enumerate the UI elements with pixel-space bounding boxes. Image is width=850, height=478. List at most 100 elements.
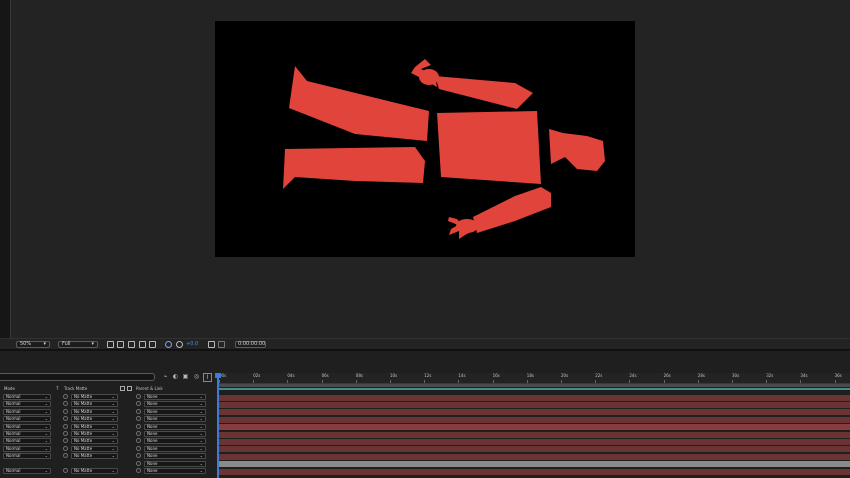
channel-icon[interactable] bbox=[149, 341, 156, 348]
blend-mode-dropdown[interactable]: Normal ⌄ bbox=[3, 423, 51, 430]
work-area-bar[interactable] bbox=[217, 384, 850, 387]
color-management-icon[interactable] bbox=[165, 341, 172, 348]
blend-mode-dropdown[interactable]: Normal ⌄ bbox=[3, 431, 51, 437]
pick-whip-icon[interactable] bbox=[136, 408, 141, 414]
track-matte-dropdown[interactable]: No Matte ⌄ bbox=[71, 408, 118, 415]
pick-whip-icon[interactable] bbox=[136, 460, 141, 466]
parent-dropdown[interactable]: None ⌄ bbox=[144, 416, 206, 423]
pick-whip-icon[interactable] bbox=[136, 431, 141, 436]
pick-whip-icon[interactable] bbox=[136, 438, 141, 444]
show-snapshot-icon[interactable] bbox=[218, 341, 225, 348]
layer-row[interactable]: Normal ⌄ No Matte ⌄ None ⌄ bbox=[0, 394, 215, 401]
layer-row[interactable]: Normal ⌄ No Matte ⌄ None ⌄ bbox=[0, 408, 215, 416]
layer-duration-bar[interactable] bbox=[219, 401, 850, 408]
parent-dropdown[interactable]: None ⌄ bbox=[144, 460, 206, 467]
layer-search-input[interactable] bbox=[0, 373, 155, 381]
layer-duration-bar[interactable] bbox=[219, 394, 850, 401]
matte-source-icon[interactable] bbox=[63, 401, 68, 407]
pick-whip-icon[interactable] bbox=[136, 453, 141, 459]
matte-source-icon[interactable] bbox=[63, 438, 68, 444]
layer-duration-bar[interactable] bbox=[219, 416, 850, 423]
invert-toggle-icon[interactable] bbox=[127, 386, 132, 391]
blend-mode-dropdown[interactable]: Normal ⌄ bbox=[3, 394, 51, 400]
comp-mini-flowchart-icon[interactable]: ⌁ bbox=[162, 373, 169, 380]
parent-dropdown[interactable]: None ⌄ bbox=[144, 394, 206, 400]
layer-row[interactable]: None ⌄ bbox=[0, 460, 215, 468]
matte-source-icon[interactable] bbox=[63, 445, 68, 451]
exposure-icon[interactable] bbox=[176, 341, 183, 348]
layer-row[interactable]: Normal ⌄ No Matte ⌄ None ⌄ bbox=[0, 401, 215, 408]
matte-source-icon[interactable] bbox=[63, 408, 68, 414]
parent-dropdown[interactable]: None ⌄ bbox=[144, 431, 206, 437]
region-of-interest-icon[interactable] bbox=[107, 341, 114, 348]
layer-row[interactable]: Normal ⌄ No Matte ⌄ None ⌄ bbox=[0, 416, 215, 423]
layer-row[interactable]: Normal ⌄ No Matte ⌄ None ⌄ bbox=[0, 453, 215, 460]
layer-row[interactable]: Normal ⌄ No Matte ⌄ None ⌄ bbox=[0, 468, 215, 475]
layer-duration-bar[interactable] bbox=[219, 468, 850, 475]
current-time-indicator[interactable] bbox=[215, 373, 221, 478]
layer-row[interactable]: Normal ⌄ No Matte ⌄ None ⌄ bbox=[0, 431, 215, 438]
pick-whip-icon[interactable] bbox=[136, 416, 141, 422]
track-matte-dropdown[interactable]: No Matte ⌄ bbox=[71, 468, 118, 474]
pick-whip-icon[interactable] bbox=[136, 401, 141, 407]
guides-icon[interactable] bbox=[139, 341, 146, 348]
layer-row[interactable]: Normal ⌄ No Matte ⌄ None ⌄ bbox=[0, 423, 215, 431]
track-matte-dropdown[interactable]: No Matte ⌄ bbox=[71, 431, 118, 437]
layer-duration-bar[interactable] bbox=[219, 446, 850, 453]
time-graph[interactable]: 00s 02s 04s 06s 08s 10s 12s 14s 16s 18s 20s 22s 24s 2… bbox=[215, 373, 850, 478]
parent-dropdown[interactable]: None ⌄ bbox=[144, 438, 206, 445]
pick-whip-icon[interactable] bbox=[136, 423, 141, 429]
resolution-dropdown[interactable]: Full ▾ bbox=[58, 341, 98, 348]
camera-snapshot-icon[interactable] bbox=[208, 341, 215, 348]
track-matte-column-header[interactable]: Track Matte bbox=[64, 386, 87, 392]
track-matte-dropdown[interactable]: No Matte ⌄ bbox=[71, 416, 118, 423]
matte-source-icon[interactable] bbox=[63, 468, 68, 473]
track-matte-dropdown[interactable]: No Matte ⌄ bbox=[71, 453, 118, 460]
frame-blending-icon[interactable]: ▣ bbox=[182, 373, 189, 380]
blend-mode-dropdown[interactable]: Normal ⌄ bbox=[3, 416, 51, 423]
layer-duration-bar[interactable] bbox=[219, 438, 850, 445]
matte-toggle-icon[interactable] bbox=[120, 386, 125, 391]
track-matte-dropdown[interactable]: No Matte ⌄ bbox=[71, 423, 118, 430]
blend-mode-dropdown[interactable]: Normal ⌄ bbox=[3, 401, 51, 408]
blend-mode-dropdown[interactable]: Normal ⌄ bbox=[3, 453, 51, 460]
exposure-value[interactable]: +0.0 bbox=[186, 341, 198, 348]
mask-visibility-icon[interactable] bbox=[128, 341, 135, 348]
graph-editor-icon[interactable]: ⌇ bbox=[203, 373, 212, 382]
layer-duration-bar[interactable] bbox=[219, 453, 850, 460]
matte-source-icon[interactable] bbox=[63, 423, 68, 429]
layer-duration-bar[interactable] bbox=[219, 409, 850, 416]
timecode-display[interactable]: 0:00:00:00 bbox=[235, 341, 266, 348]
composition-canvas[interactable] bbox=[215, 21, 635, 257]
blend-mode-dropdown[interactable]: Normal ⌄ bbox=[3, 468, 51, 474]
layer-duration-bar[interactable] bbox=[219, 424, 850, 431]
matte-source-icon[interactable] bbox=[63, 431, 68, 436]
layer-row[interactable]: Normal ⌄ No Matte ⌄ None ⌄ bbox=[0, 438, 215, 445]
blend-mode-dropdown[interactable]: Normal ⌄ bbox=[3, 438, 51, 445]
track-matte-dropdown[interactable]: No Matte ⌄ bbox=[71, 401, 118, 408]
matte-source-icon[interactable] bbox=[63, 394, 68, 399]
track-matte-dropdown[interactable]: No Matte ⌄ bbox=[71, 438, 118, 445]
zoom-dropdown[interactable]: 50% ▾ bbox=[16, 341, 50, 348]
blend-mode-dropdown[interactable]: Normal ⌄ bbox=[3, 445, 51, 452]
motion-blur-icon[interactable]: ◎ bbox=[193, 373, 200, 380]
track-matte-dropdown[interactable]: No Matte ⌄ bbox=[71, 394, 118, 400]
pick-whip-icon[interactable] bbox=[136, 445, 141, 451]
t-column-header[interactable]: T bbox=[56, 386, 58, 392]
pick-whip-icon[interactable] bbox=[136, 394, 141, 399]
layer-duration-bar[interactable] bbox=[219, 461, 850, 468]
parent-dropdown[interactable]: None ⌄ bbox=[144, 401, 206, 408]
mode-column-header[interactable]: Mode bbox=[4, 386, 15, 392]
parent-dropdown[interactable]: None ⌄ bbox=[144, 408, 206, 415]
track-matte-dropdown[interactable]: No Matte ⌄ bbox=[71, 445, 118, 452]
parent-dropdown[interactable]: None ⌄ bbox=[144, 468, 206, 474]
matte-source-icon[interactable] bbox=[63, 416, 68, 422]
layer-row[interactable]: Normal ⌄ No Matte ⌄ None ⌄ bbox=[0, 445, 215, 453]
parent-dropdown[interactable]: None ⌄ bbox=[144, 445, 206, 452]
transparency-grid-icon[interactable] bbox=[117, 341, 124, 348]
matte-source-icon[interactable] bbox=[63, 453, 68, 459]
parent-column-header[interactable]: Parent & Link bbox=[136, 386, 163, 392]
layer-duration-bar[interactable] bbox=[219, 431, 850, 438]
parent-dropdown[interactable]: None ⌄ bbox=[144, 423, 206, 430]
pick-whip-icon[interactable] bbox=[136, 468, 141, 473]
